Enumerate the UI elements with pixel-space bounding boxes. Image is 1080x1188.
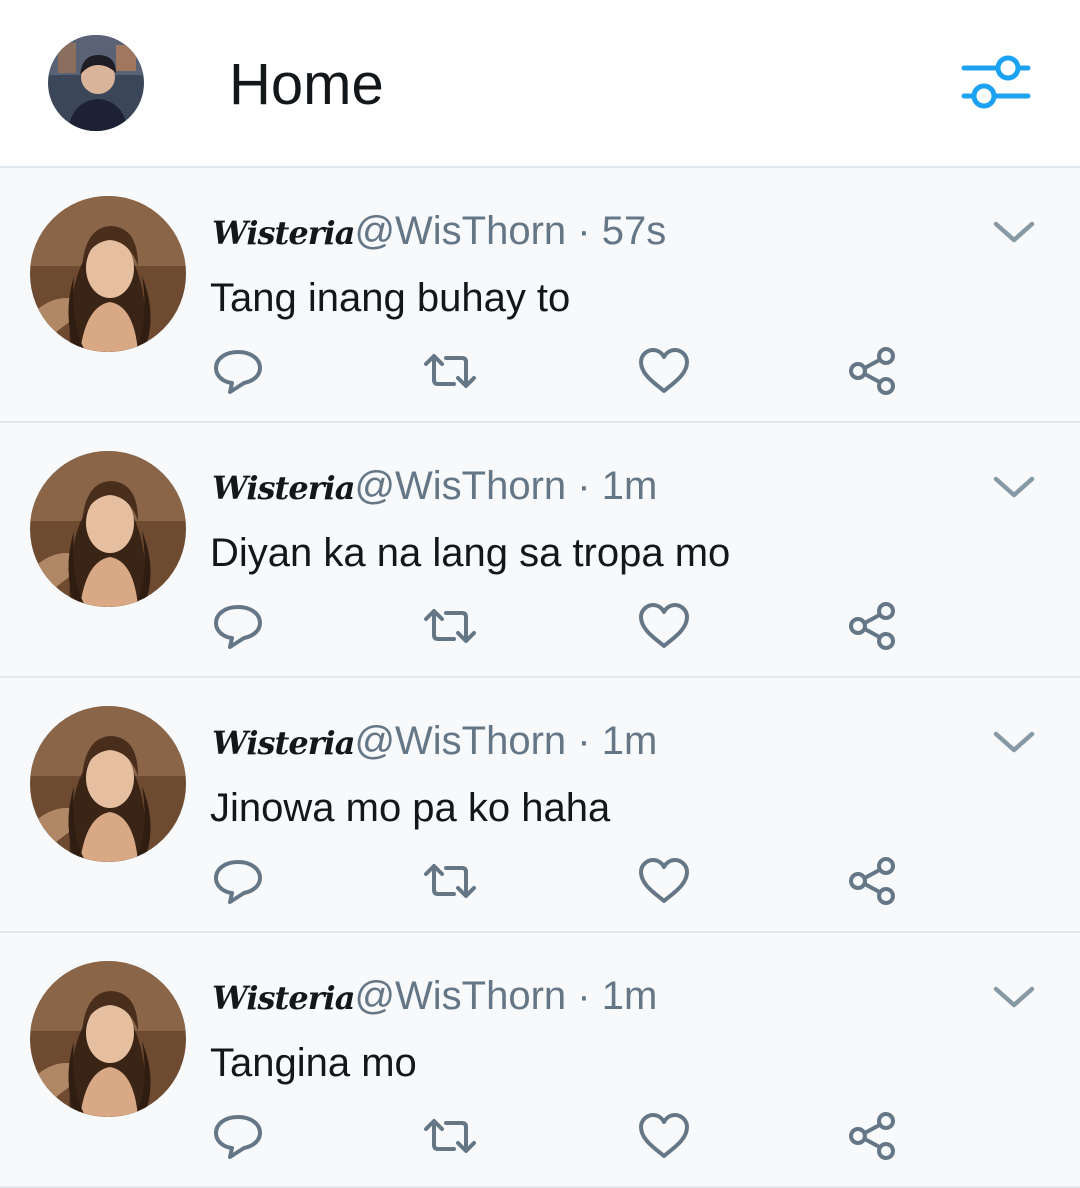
like-icon [639, 603, 689, 648]
tweet-text: Jinowa mo pa ko haha [210, 786, 611, 830]
share-icon [849, 602, 895, 650]
retweet-button[interactable] [422, 346, 478, 396]
chevron-down-icon [993, 986, 1035, 1008]
reply-button[interactable] [210, 856, 266, 906]
like-icon [639, 348, 689, 393]
author-avatar-icon [30, 706, 186, 862]
tweet[interactable]: Wisteria@WisThorn · 1m Diyan ka na lang … [0, 423, 1080, 678]
author-display-name[interactable]: Wisteria [212, 214, 355, 252]
author-display-name[interactable]: Wisteria [212, 979, 355, 1017]
retweet-icon [424, 609, 476, 643]
chevron-down-icon [993, 221, 1035, 243]
tweet-text: Diyan ka na lang sa tropa mo [210, 531, 731, 575]
chevron-down-icon [993, 731, 1035, 753]
chevron-down-icon [993, 476, 1035, 498]
reply-icon [214, 1115, 262, 1159]
author-avatar[interactable] [30, 706, 186, 862]
reply-icon [214, 605, 262, 649]
reply-button[interactable] [210, 601, 266, 651]
reply-icon [214, 350, 262, 394]
author-display-name[interactable]: Wisteria [212, 724, 355, 762]
author-avatar[interactable] [30, 451, 186, 607]
separator-dot: · [566, 209, 602, 253]
author-avatar[interactable] [30, 196, 186, 352]
timeline-feed: Wisteria@WisThorn · 57s Tang inang buhay… [0, 168, 1080, 1188]
tweet-menu-button[interactable] [990, 981, 1038, 1013]
like-icon [639, 858, 689, 903]
reply-icon [214, 860, 262, 904]
tweet-timestamp[interactable]: 1m [602, 464, 658, 508]
tweet-text: Tang inang buhay to [210, 276, 571, 320]
like-button[interactable] [636, 346, 692, 396]
tweet-header: Wisteria@WisThorn · 57s [212, 206, 666, 256]
like-icon [639, 1113, 689, 1158]
author-display-name[interactable]: Wisteria [212, 469, 355, 507]
tweet-timestamp[interactable]: 1m [602, 974, 658, 1018]
tweet-menu-button[interactable] [990, 726, 1038, 758]
share-button[interactable] [846, 1111, 902, 1161]
page-title: Home [229, 52, 384, 117]
tweet-header: Wisteria@WisThorn · 1m [212, 461, 657, 511]
like-button[interactable] [636, 856, 692, 906]
share-button[interactable] [846, 856, 902, 906]
tweet[interactable]: Wisteria@WisThorn · 1m Jinowa mo pa ko h… [0, 678, 1080, 933]
reply-button[interactable] [210, 346, 266, 396]
tweet[interactable]: Wisteria@WisThorn · 57s Tang inang buhay… [0, 168, 1080, 423]
author-handle[interactable]: @WisThorn [354, 464, 566, 508]
tweet-timestamp[interactable]: 57s [602, 209, 667, 253]
separator-dot: · [566, 719, 602, 763]
retweet-icon [424, 864, 476, 898]
author-avatar-icon [30, 961, 186, 1117]
tweet-menu-button[interactable] [990, 216, 1038, 248]
tweet-header: Wisteria@WisThorn · 1m [212, 971, 657, 1021]
retweet-button[interactable] [422, 601, 478, 651]
author-avatar-icon [30, 196, 186, 352]
tweet-header: Wisteria@WisThorn · 1m [212, 716, 657, 766]
separator-dot: · [566, 974, 602, 1018]
like-button[interactable] [636, 1111, 692, 1161]
share-button[interactable] [846, 601, 902, 651]
like-button[interactable] [636, 601, 692, 651]
tweet-menu-button[interactable] [990, 471, 1038, 503]
profile-avatar[interactable] [48, 35, 144, 131]
reply-button[interactable] [210, 1111, 266, 1161]
share-icon [849, 857, 895, 905]
author-handle[interactable]: @WisThorn [354, 719, 566, 763]
timeline-settings-button[interactable] [958, 52, 1034, 116]
author-avatar[interactable] [30, 961, 186, 1117]
retweet-button[interactable] [422, 1111, 478, 1161]
share-icon [849, 1112, 895, 1160]
tweet[interactable]: Wisteria@WisThorn · 1m Tangina mo [0, 933, 1080, 1188]
share-button[interactable] [846, 346, 902, 396]
sliders-icon [961, 55, 1031, 109]
retweet-icon [424, 1119, 476, 1153]
user-avatar-icon [48, 35, 144, 131]
retweet-button[interactable] [422, 856, 478, 906]
separator-dot: · [566, 464, 602, 508]
author-handle[interactable]: @WisThorn [354, 974, 566, 1018]
author-avatar-icon [30, 451, 186, 607]
tweet-text: Tangina mo [210, 1041, 417, 1085]
author-handle[interactable]: @WisThorn [354, 209, 566, 253]
tweet-timestamp[interactable]: 1m [602, 719, 658, 763]
top-app-bar: Home [0, 0, 1080, 168]
share-icon [849, 347, 895, 395]
retweet-icon [424, 354, 476, 388]
